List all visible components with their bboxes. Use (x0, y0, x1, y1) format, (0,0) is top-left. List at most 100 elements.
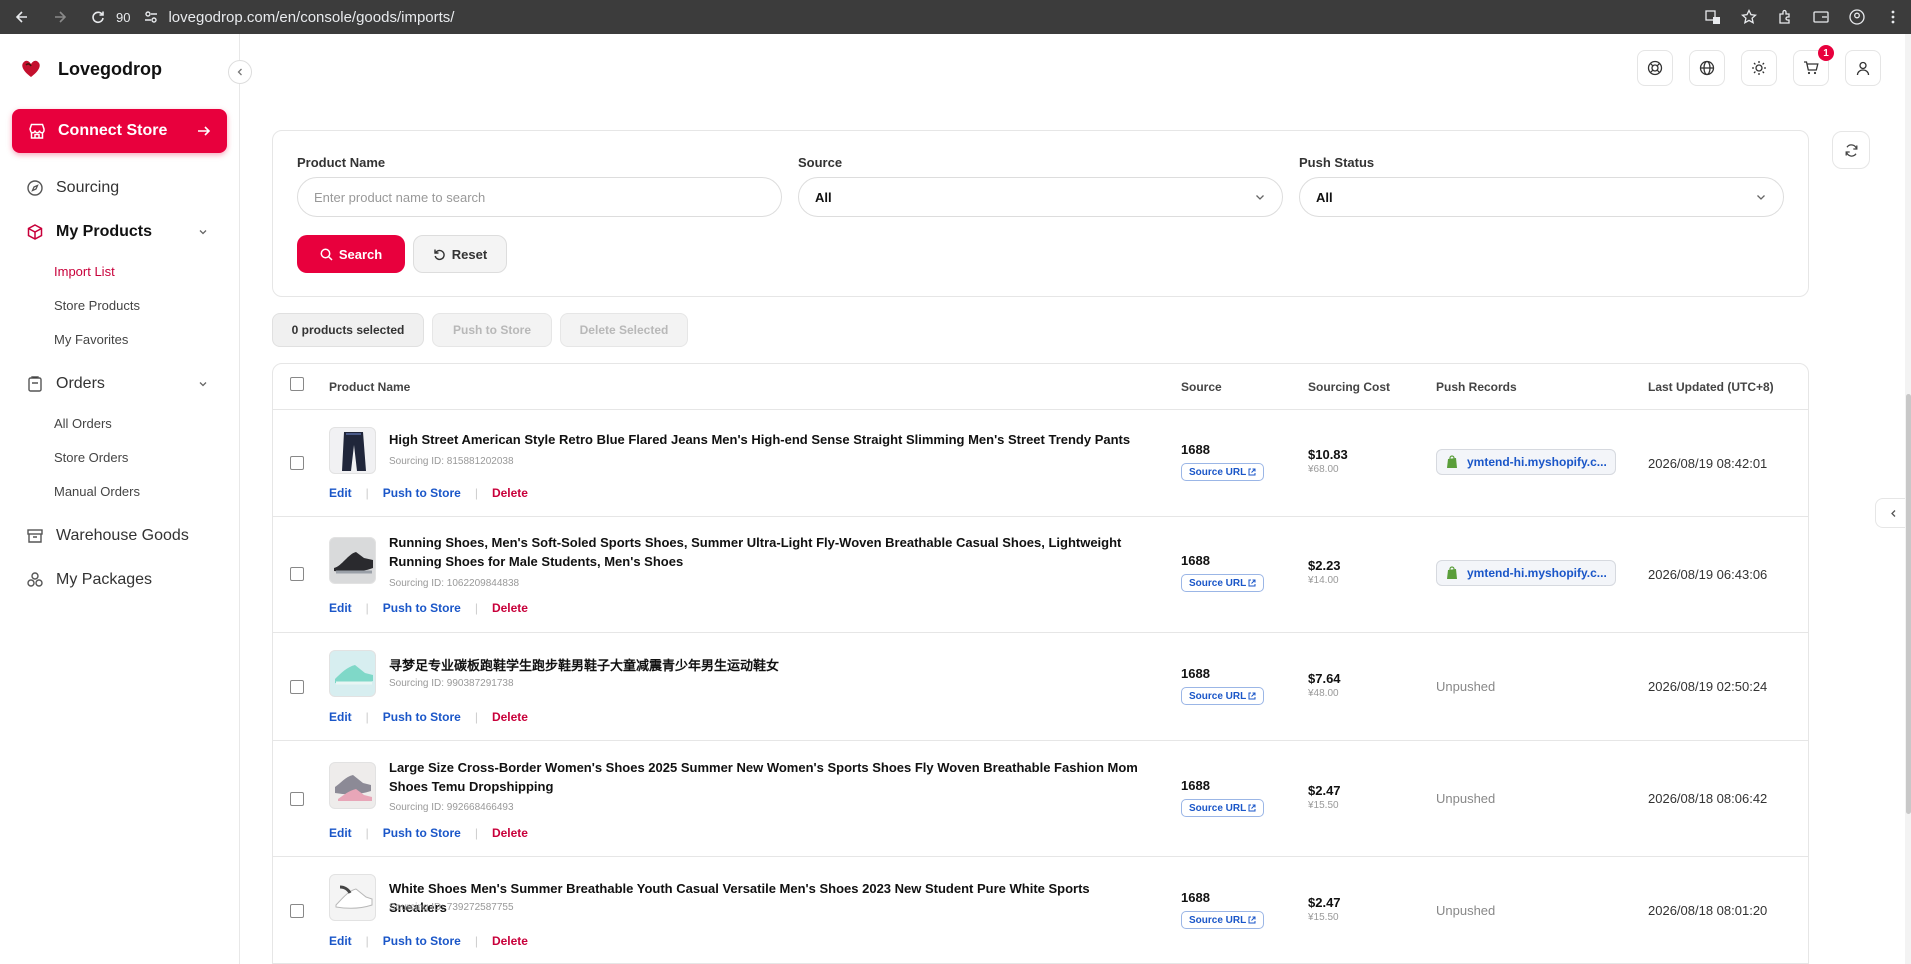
translate-icon[interactable] (1695, 9, 1731, 25)
cost-usd: $2.47 (1308, 783, 1341, 798)
scrollbar-thumb[interactable] (1906, 394, 1911, 814)
edit-link[interactable]: Edit (329, 601, 352, 615)
store-icon (28, 122, 46, 140)
connect-store-label: Connect Store (58, 122, 168, 139)
sidebar-subitem-store-orders[interactable]: Store Orders (0, 440, 240, 474)
source-url-link[interactable]: Source URL (1181, 574, 1265, 592)
edit-link[interactable]: Edit (329, 486, 352, 500)
delete-link[interactable]: Delete (492, 826, 528, 840)
source-url-link[interactable]: Source URL (1181, 687, 1265, 705)
product-thumbnail[interactable] (329, 537, 376, 584)
edit-link[interactable]: Edit (329, 710, 352, 724)
push-to-store-link[interactable]: Push to Store (383, 826, 461, 840)
site-info-icon[interactable] (144, 10, 158, 24)
row-checkbox[interactable] (290, 456, 304, 470)
sidebar-subitem-store-products[interactable]: Store Products (0, 288, 240, 322)
theme-toggle-button[interactable] (1741, 50, 1777, 86)
account-button[interactable] (1845, 50, 1881, 86)
language-button[interactable] (1689, 50, 1725, 86)
back-icon[interactable] (10, 5, 34, 29)
extensions-icon[interactable] (1767, 9, 1803, 25)
sourcing-id: Sourcing ID: 992668466493 (389, 802, 514, 813)
support-button[interactable] (1637, 50, 1673, 86)
product-thumbnail[interactable] (329, 874, 376, 921)
row-checkbox[interactable] (290, 680, 304, 694)
product-thumbnail[interactable] (329, 427, 376, 474)
sidebar-item-sourcing[interactable]: Sourcing (0, 166, 240, 210)
source-url-label: Source URL (1189, 466, 1247, 478)
sourcing-id: Sourcing ID: 739272587755 (389, 902, 514, 913)
product-name[interactable]: Large Size Cross-Border Women's Shoes 20… (389, 758, 1149, 796)
sidebar-item-warehouse-goods[interactable]: Warehouse Goods (0, 514, 240, 558)
reset-icon (433, 248, 446, 261)
reset-button[interactable]: Reset (413, 235, 507, 273)
delete-link[interactable]: Delete (492, 934, 528, 948)
collapse-sidebar-button[interactable] (228, 60, 252, 84)
product-name[interactable]: 寻梦足专业碳板跑鞋学生跑步鞋男鞋子大童减震青少年男生运动鞋女 (389, 656, 1149, 675)
cart-button[interactable]: 1 (1793, 45, 1834, 86)
last-updated: 2026/08/19 06:43:06 (1648, 567, 1768, 582)
sourcing-id: Sourcing ID: 1062209844838 (389, 578, 520, 589)
product-thumbnail[interactable] (329, 762, 376, 809)
refresh-icon (1844, 143, 1859, 158)
reload-icon[interactable] (86, 5, 110, 29)
cost-usd: $10.83 (1308, 447, 1348, 462)
page-scrollbar[interactable] (1905, 34, 1911, 964)
source-url-link[interactable]: Source URL (1181, 799, 1265, 817)
media-icon[interactable] (1803, 9, 1839, 25)
push-to-store-link[interactable]: Push to Store (383, 601, 461, 615)
cart-icon (1803, 60, 1819, 76)
sidebar-item-label: My Products (56, 223, 153, 240)
push-to-store-link[interactable]: Push to Store (383, 710, 461, 724)
product-name-input[interactable]: Enter product name to search (297, 177, 782, 217)
sidebar-subitem-my-favorites[interactable]: My Favorites (0, 322, 240, 356)
zoom-level[interactable]: 90 (116, 10, 130, 25)
product-name[interactable]: High Street American Style Retro Blue Fl… (389, 430, 1149, 449)
edit-link[interactable]: Edit (329, 934, 352, 948)
sidebar-subitem-import-list[interactable]: Import List (0, 254, 240, 288)
address-bar[interactable]: lovegodrop.com/en/console/goods/imports/ (168, 9, 454, 26)
forward-icon[interactable] (48, 5, 72, 29)
sidebar-item-my-products[interactable]: My Products (0, 210, 240, 254)
push-selected-button[interactable]: Push to Store (432, 313, 552, 347)
source-url-label: Source URL (1189, 577, 1247, 589)
profile-icon[interactable] (1839, 9, 1875, 25)
push-record[interactable]: ymtend-hi.myshopify.c... (1436, 449, 1616, 475)
push-status-select[interactable]: All (1299, 177, 1784, 217)
menu-kebab-icon[interactable] (1875, 10, 1911, 24)
row-checkbox[interactable] (290, 567, 304, 581)
refresh-button[interactable] (1832, 131, 1870, 169)
brand[interactable]: Lovegodrop (16, 54, 162, 84)
last-updated: 2026/08/19 02:50:24 (1648, 679, 1768, 694)
shopify-icon (1445, 566, 1459, 580)
sidebar-item-my-packages[interactable]: My Packages (0, 558, 240, 602)
shopify-icon (1445, 455, 1459, 469)
delete-selected-button[interactable]: Delete Selected (560, 313, 688, 347)
edit-link[interactable]: Edit (329, 826, 352, 840)
product-name[interactable]: Running Shoes, Men's Soft-Soled Sports S… (389, 533, 1149, 571)
search-button[interactable]: Search (297, 235, 405, 273)
source-url-link[interactable]: Source URL (1181, 463, 1265, 481)
sidebar-subitem-all-orders[interactable]: All Orders (0, 406, 240, 440)
delete-link[interactable]: Delete (492, 710, 528, 724)
delete-link[interactable]: Delete (492, 486, 528, 500)
last-updated: 2026/08/18 08:06:42 (1648, 791, 1768, 806)
product-thumbnail[interactable] (329, 650, 376, 697)
external-link-icon (1248, 579, 1256, 587)
push-to-store-link[interactable]: Push to Store (383, 934, 461, 948)
connect-store-button[interactable]: Connect Store (12, 109, 227, 153)
sidebar-item-label: My Packages (56, 571, 153, 588)
sidebar-subitem-manual-orders[interactable]: Manual Orders (0, 474, 240, 508)
source-url-link[interactable]: Source URL (1181, 911, 1265, 929)
delete-link[interactable]: Delete (492, 601, 528, 615)
selected-count: 0 products selected (272, 313, 424, 347)
push-to-store-link[interactable]: Push to Store (383, 486, 461, 500)
row-checkbox[interactable] (290, 904, 304, 918)
source-select[interactable]: All (798, 177, 1283, 217)
row-checkbox[interactable] (290, 792, 304, 806)
select-all-checkbox[interactable] (290, 377, 304, 391)
push-record[interactable]: ymtend-hi.myshopify.c... (1436, 560, 1616, 586)
bookmark-star-icon[interactable] (1731, 9, 1767, 25)
sidebar-item-orders[interactable]: Orders (0, 362, 240, 406)
source-value: 1688 (1181, 666, 1210, 681)
